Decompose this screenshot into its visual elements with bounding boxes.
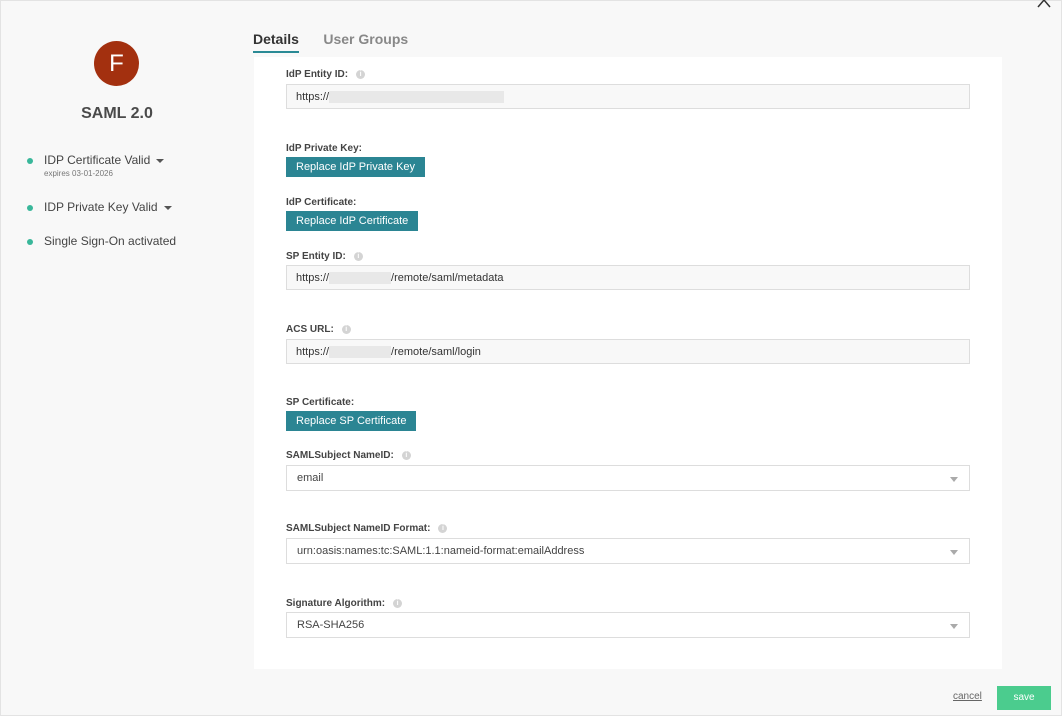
- info-icon[interactable]: i: [438, 523, 448, 533]
- status-dot: [27, 158, 33, 164]
- provider-title: SAML 2.0: [81, 105, 153, 122]
- acs-url-label: ACS URL: i: [286, 324, 351, 335]
- info-icon[interactable]: i: [353, 251, 363, 261]
- acs-url-input[interactable]: https:// /remote/saml/login: [286, 339, 970, 364]
- caret-down-icon[interactable]: [156, 158, 165, 163]
- idp-entity-id-label: IdP Entity ID: i: [286, 69, 366, 80]
- saml-subject-nameid-format-select[interactable]: urn:oasis:names:tc:SAML:1.1:nameid-forma…: [286, 538, 970, 564]
- acs-url-suffix: /remote/saml/login: [391, 346, 481, 358]
- avatar: F: [94, 41, 139, 86]
- idp-private-key-label: IdP Private Key:: [286, 143, 362, 154]
- status-label: Single Sign-On activated: [44, 234, 177, 248]
- replace-sp-certificate-button[interactable]: Replace SP Certificate: [286, 411, 417, 431]
- replace-idp-private-key-button[interactable]: Replace IdP Private Key: [286, 157, 426, 177]
- save-button[interactable]: save: [997, 686, 1051, 710]
- status-dot: [27, 239, 33, 245]
- status-item-idp-private-key[interactable]: IDP Private Key Valid: [25, 200, 235, 214]
- signature-algorithm-select[interactable]: RSA-SHA256: [286, 612, 970, 638]
- info-icon[interactable]: i: [341, 324, 351, 334]
- caret-down-icon: [950, 477, 958, 482]
- sp-entity-id-prefix: https://: [296, 272, 330, 284]
- tab-user-groups[interactable]: User Groups: [323, 31, 408, 51]
- tab-details[interactable]: Details: [253, 31, 299, 53]
- info-icon[interactable]: i: [401, 450, 411, 460]
- saml-settings-window: F SAML 2.0 IDP Certificate Valid expires…: [0, 0, 1062, 716]
- sp-entity-id-suffix: /remote/saml/metadata: [391, 272, 504, 284]
- cancel-link[interactable]: cancel: [953, 691, 982, 702]
- tab-bar: Details User Groups: [253, 31, 428, 53]
- signature-algorithm-value: RSA-SHA256: [297, 619, 365, 631]
- sp-entity-id-input[interactable]: https:// /remote/saml/metadata: [286, 265, 970, 290]
- sp-certificate-label: SP Certificate:: [286, 397, 355, 408]
- saml-subject-nameid-format-label: SAMLSubject NameID Format: i: [286, 523, 448, 534]
- replace-idp-certificate-button[interactable]: Replace IdP Certificate: [286, 211, 419, 231]
- saml-subject-nameid-format-value: urn:oasis:names:tc:SAML:1.1:nameid-forma…: [297, 545, 585, 557]
- status-item-idp-certificate[interactable]: IDP Certificate Valid expires 03-01-2026: [25, 153, 235, 178]
- acs-url-prefix: https://: [296, 346, 330, 358]
- caret-down-icon[interactable]: [163, 205, 172, 210]
- signature-algorithm-label: Signature Algorithm: i: [286, 598, 403, 609]
- status-list: IDP Certificate Valid expires 03-01-2026…: [25, 153, 235, 264]
- idp-entity-id-input[interactable]: https://: [286, 84, 970, 109]
- info-icon[interactable]: i: [356, 69, 366, 79]
- idp-entity-id-value: https://: [296, 91, 330, 103]
- status-label: IDP Private Key Valid: [44, 200, 158, 214]
- caret-down-icon: [950, 550, 958, 555]
- sp-entity-id-label: SP Entity ID: i: [286, 251, 363, 262]
- info-icon[interactable]: i: [393, 598, 403, 608]
- certificate-expiry: expires 03-01-2026: [44, 169, 113, 178]
- details-panel: IdP Entity ID: i https:// IdP Private Key…: [254, 57, 1002, 669]
- status-label: IDP Certificate Valid: [44, 153, 151, 167]
- status-dot: [27, 205, 33, 211]
- saml-subject-nameid-value: email: [297, 472, 324, 484]
- caret-down-icon: [950, 624, 958, 629]
- idp-certificate-label: IdP Certificate:: [286, 197, 357, 208]
- saml-subject-nameid-select[interactable]: email: [286, 465, 970, 491]
- status-item-sso: Single Sign-On activated: [25, 234, 235, 248]
- saml-subject-nameid-label: SAMLSubject NameID: i: [286, 450, 411, 461]
- close-icon[interactable]: [1035, 0, 1053, 11]
